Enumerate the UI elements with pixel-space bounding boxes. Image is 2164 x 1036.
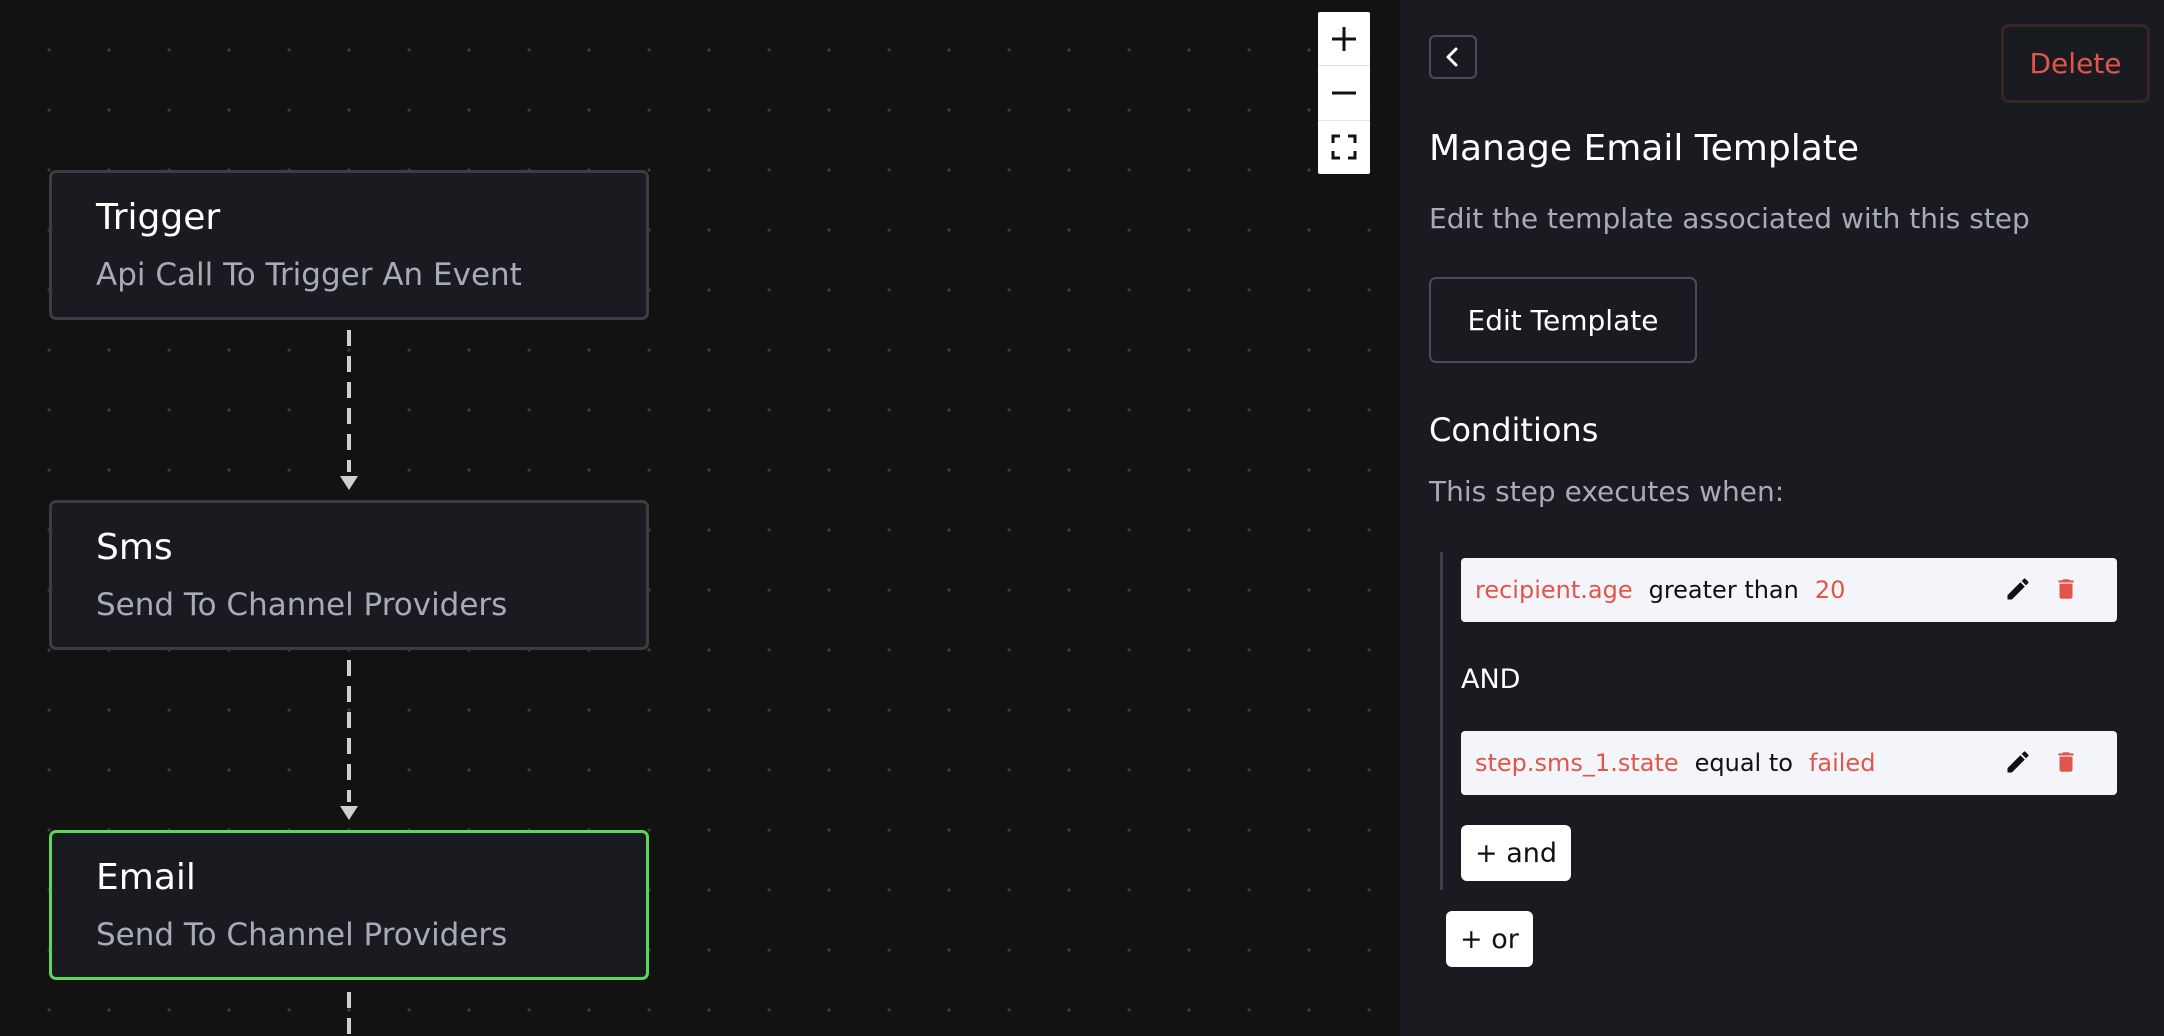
plus-icon xyxy=(1332,26,1356,51)
edge-trigger-sms xyxy=(340,330,358,490)
zoom-out-button[interactable] xyxy=(1318,66,1370,121)
panel-title: Manage Email Template xyxy=(1429,128,1860,169)
arrow-down-icon xyxy=(340,806,358,820)
fit-view-button[interactable] xyxy=(1318,121,1370,174)
condition-field: recipient.age xyxy=(1475,576,1633,604)
condition-row: step.sms_1.state equal to failed xyxy=(1461,731,2117,795)
delete-condition-button[interactable] xyxy=(2051,574,2081,604)
condition-value: 20 xyxy=(1814,576,1846,604)
zoom-controls xyxy=(1318,12,1370,174)
zoom-in-button[interactable] xyxy=(1318,12,1370,67)
arrow-down-icon xyxy=(340,476,358,490)
back-button[interactable] xyxy=(1429,35,1477,79)
node-subtitle: Api Call To Trigger An Event xyxy=(96,257,522,293)
step-settings-panel: Delete Manage Email Template Edit the te… xyxy=(1400,0,2164,1036)
condition-joiner: AND xyxy=(1461,664,1521,695)
condition-group-divider xyxy=(1440,552,1443,890)
condition-value: failed xyxy=(1808,749,1876,777)
delete-condition-button[interactable] xyxy=(2051,747,2081,777)
fit-view-icon xyxy=(1331,134,1357,160)
node-subtitle: Send To Channel Providers xyxy=(96,587,508,623)
panel-description: Edit the template associated with this s… xyxy=(1429,202,2030,235)
chevron-left-icon xyxy=(1446,47,1458,67)
condition-operator: greater than xyxy=(1648,576,1799,604)
add-or-condition-button[interactable]: + or xyxy=(1446,911,1533,967)
trash-icon xyxy=(2058,579,2074,599)
node-title: Trigger xyxy=(96,197,221,238)
node-sms[interactable]: Sms Send To Channel Providers xyxy=(49,500,649,650)
edit-template-button[interactable]: Edit Template xyxy=(1429,277,1697,363)
add-and-condition-button[interactable]: + and xyxy=(1461,825,1572,881)
node-subtitle: Send To Channel Providers xyxy=(96,917,508,953)
workflow-canvas[interactable]: Trigger Api Call To Trigger An Event Sms… xyxy=(0,0,1400,1036)
condition-operator: equal to xyxy=(1694,749,1793,777)
edge-email-next xyxy=(347,992,351,1036)
pencil-icon xyxy=(2007,578,2029,600)
edit-condition-button[interactable] xyxy=(2003,747,2033,777)
node-trigger[interactable]: Trigger Api Call To Trigger An Event xyxy=(49,170,649,320)
node-title: Sms xyxy=(96,527,173,568)
conditions-description: This step executes when: xyxy=(1429,475,1785,508)
edge-sms-email xyxy=(340,660,358,820)
condition-field: step.sms_1.state xyxy=(1475,749,1679,777)
node-title: Email xyxy=(96,857,196,898)
conditions-heading: Conditions xyxy=(1429,411,1599,449)
condition-row: recipient.age greater than 20 xyxy=(1461,558,2117,622)
delete-button[interactable]: Delete xyxy=(2001,24,2150,103)
edit-condition-button[interactable] xyxy=(2003,574,2033,604)
pencil-icon xyxy=(2007,751,2029,773)
trash-icon xyxy=(2058,752,2074,772)
node-email[interactable]: Email Send To Channel Providers xyxy=(49,830,649,980)
minus-icon xyxy=(1332,91,1356,95)
